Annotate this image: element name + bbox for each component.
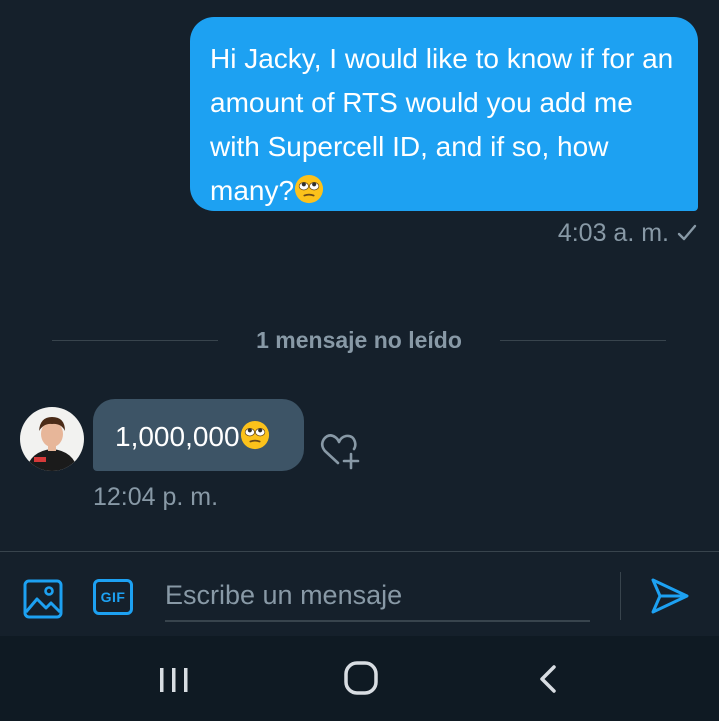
incoming-message-bubble[interactable]: 1,000,000 bbox=[93, 399, 304, 471]
back-icon[interactable] bbox=[536, 664, 560, 694]
face-with-rolling-eyes-icon bbox=[294, 174, 324, 204]
outgoing-message-bubble[interactable]: Hi Jacky, I would like to know if for an… bbox=[190, 17, 698, 211]
recents-icon[interactable] bbox=[156, 666, 192, 694]
send-icon[interactable] bbox=[649, 576, 691, 616]
incoming-message-time: 12:04 p. m. bbox=[93, 483, 219, 511]
gif-button[interactable]: GIF bbox=[93, 579, 133, 615]
composer-separator bbox=[620, 572, 621, 620]
heart-plus-icon[interactable] bbox=[318, 430, 364, 472]
outgoing-message-time: 4:03 a. m. bbox=[557, 219, 669, 247]
unread-divider-line-left bbox=[52, 340, 218, 341]
face-with-rolling-eyes-icon bbox=[240, 420, 269, 450]
message-input[interactable] bbox=[165, 570, 590, 622]
check-icon bbox=[677, 219, 697, 247]
home-icon[interactable] bbox=[343, 660, 379, 696]
unread-divider-line-right bbox=[500, 340, 666, 341]
image-icon[interactable] bbox=[22, 578, 64, 620]
incoming-message-text: 1,000,000 bbox=[115, 421, 240, 452]
unread-divider-label: 1 mensaje no leído bbox=[256, 327, 462, 353]
dm-conversation-screen: Hi Jacky, I would like to know if for an… bbox=[0, 0, 719, 721]
outgoing-message-text: Hi Jacky, I would like to know if for an… bbox=[210, 43, 674, 206]
avatar[interactable] bbox=[20, 407, 84, 471]
outgoing-message-meta: 4:03 a. m. bbox=[558, 219, 697, 248]
